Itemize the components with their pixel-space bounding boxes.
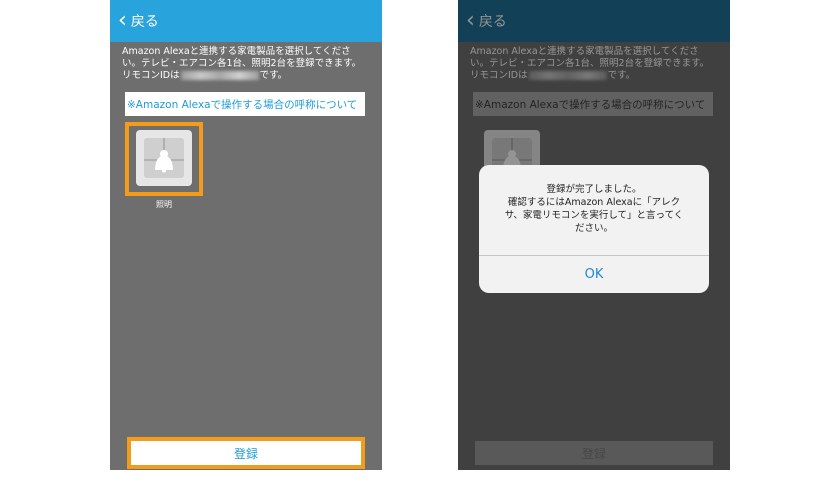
- back-button[interactable]: ‹ 戻る: [118, 9, 159, 33]
- description-text: Amazon Alexaと連携する家電製品を選択してくださ い。テレビ・エアコン…: [122, 46, 376, 82]
- registration-complete-dialog: 登録が完了しました。 確認するにはAmazon Alexaに「アレク サ、家電リ…: [479, 165, 709, 293]
- nav-bar: ‹ 戻る: [110, 0, 382, 42]
- alexa-naming-info-link[interactable]: ※Amazon Alexaで操作する場合の呼称について: [125, 92, 365, 116]
- remote-id-prefix: リモコンIDは: [122, 70, 180, 81]
- phone-screen-before: ‹ 戻る Amazon Alexaと連携する家電製品を選択してくださ い。テレビ…: [110, 0, 382, 470]
- description-line: い。テレビ・エアコン各1台、照明2台を登録できます。: [122, 58, 362, 69]
- dialog-line: 登録が完了しました。: [546, 184, 642, 195]
- dialog-line: ださい。: [574, 223, 613, 234]
- register-button[interactable]: 登録: [127, 437, 365, 469]
- dialog-message: 登録が完了しました。 確認するにはAmazon Alexaに「アレク サ、家電リ…: [487, 183, 701, 235]
- description-line: Amazon Alexaと連携する家電製品を選択してくださ: [122, 46, 351, 57]
- dialog-line: 確認するにはAmazon Alexaに「アレク: [507, 197, 681, 208]
- back-label: 戻る: [130, 14, 159, 30]
- description-line: リモコンIDは です。: [122, 70, 376, 82]
- remote-id-redacted: [180, 71, 259, 80]
- chevron-left-icon: ‹: [118, 8, 127, 33]
- remote-id-suffix: です。: [259, 70, 288, 81]
- device-label: 照明: [156, 200, 172, 209]
- ok-button[interactable]: OK: [479, 256, 709, 293]
- phone-screen-after: ‹ 戻る Amazon Alexaと連携する家電製品を選択してくださ い。テレビ…: [458, 0, 730, 470]
- device-tile-light[interactable]: [136, 130, 192, 186]
- dialog-line: サ、家電リモコンを実行して」と言ってく: [504, 210, 684, 221]
- ceiling-light-icon: [144, 138, 184, 178]
